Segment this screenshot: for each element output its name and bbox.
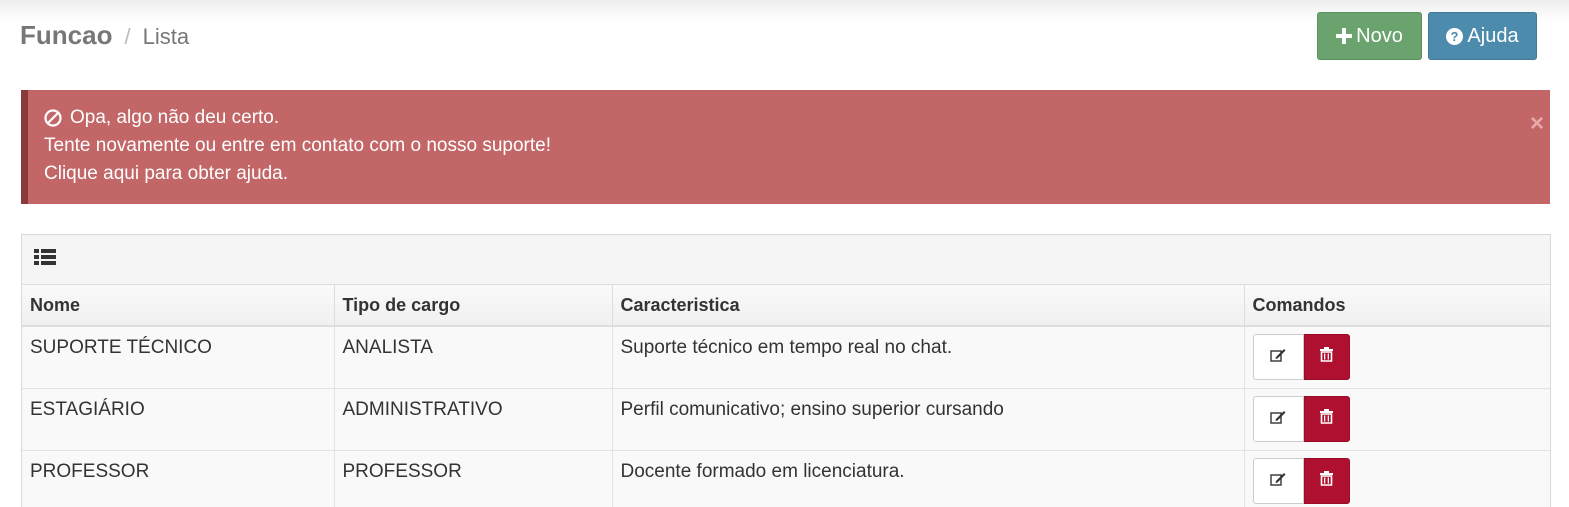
panel-heading: [22, 235, 1550, 285]
cell-comandos: [1244, 450, 1550, 507]
breadcrumb: Funcao / Lista: [20, 20, 189, 51]
edit-icon: [1270, 408, 1286, 430]
column-header-caracteristica[interactable]: Caracteristica: [612, 285, 1245, 327]
breadcrumb-current: Lista: [142, 24, 190, 49]
row-commands: [1252, 457, 1543, 504]
alert-title: Opa, algo não deu certo.: [70, 107, 280, 128]
column-header-tipo-cargo[interactable]: Tipo de cargo: [334, 285, 613, 327]
cell-nome: ESTAGIÁRIO: [22, 388, 335, 451]
column-header-comandos: Comandos: [1244, 285, 1550, 327]
toolbar: Novo ? Ajuda: [1317, 12, 1537, 60]
cell-tipo-cargo: ADMINISTRATIVO: [334, 388, 613, 451]
cell-tipo-cargo: ANALISTA: [334, 326, 613, 389]
new-button-label: Novo: [1356, 24, 1403, 47]
svg-text:?: ?: [1451, 29, 1459, 44]
question-circle-icon: ?: [1446, 27, 1464, 45]
help-button[interactable]: ? Ajuda: [1428, 12, 1537, 60]
edit-button[interactable]: [1252, 457, 1304, 504]
error-alert[interactable]: Opa, algo não deu certo. Tente novamente…: [21, 90, 1550, 204]
alert-message: Tente novamente ou entre em contato com …: [44, 135, 551, 156]
breadcrumb-separator: /: [124, 24, 131, 49]
edit-button[interactable]: [1252, 395, 1304, 442]
row-commands: [1252, 334, 1543, 380]
cell-comandos: [1244, 388, 1550, 451]
table-header-row: Nome Tipo de cargo Caracteristica Comand…: [22, 285, 1550, 327]
cell-caracteristica: Suporte técnico em tempo real no chat.: [612, 326, 1245, 389]
plus-icon: [1336, 28, 1353, 44]
column-header-nome[interactable]: Nome: [22, 285, 335, 327]
list-panel: Nome Tipo de cargo Caracteristica Comand…: [21, 234, 1551, 507]
trash-icon: [1320, 346, 1333, 368]
alert-help-link[interactable]: Clique aqui para obter ajuda.: [44, 160, 1550, 188]
page: Funcao / Lista Novo ? Ajuda Opa, algo nã…: [0, 0, 1569, 507]
delete-button[interactable]: [1303, 395, 1350, 442]
cell-caracteristica: Perfil comunicativo; ensino superior cur…: [612, 388, 1245, 451]
row-commands: [1252, 395, 1543, 442]
funcao-table: Nome Tipo de cargo Caracteristica Comand…: [22, 285, 1550, 507]
trash-icon: [1320, 408, 1333, 430]
trash-icon: [1320, 470, 1333, 492]
table-row: SUPORTE TÉCNICO ANALISTA Suporte técnico…: [22, 326, 1550, 389]
cell-comandos: [1244, 326, 1550, 389]
ban-icon: [44, 109, 62, 127]
help-button-label: Ajuda: [1467, 24, 1519, 47]
cell-tipo-cargo: PROFESSOR: [334, 450, 613, 507]
delete-button[interactable]: [1303, 334, 1350, 380]
table-row: ESTAGIÁRIO ADMINISTRATIVO Perfil comunic…: [22, 388, 1550, 451]
cell-nome: PROFESSOR: [22, 450, 335, 507]
edit-icon: [1270, 470, 1286, 492]
page-title: Funcao: [20, 20, 113, 50]
alert-title-line: Opa, algo não deu certo.: [44, 104, 1550, 132]
edit-icon: [1270, 346, 1286, 368]
alert-close-button[interactable]: ×: [1530, 110, 1544, 138]
cell-nome: SUPORTE TÉCNICO: [22, 326, 335, 389]
delete-button[interactable]: [1303, 457, 1350, 504]
list-icon: [34, 248, 56, 271]
edit-button[interactable]: [1252, 334, 1304, 380]
new-button[interactable]: Novo: [1317, 12, 1422, 60]
table-row: PROFESSOR PROFESSOR Docente formado em l…: [22, 450, 1550, 507]
cell-caracteristica: Docente formado em licenciatura.: [612, 450, 1245, 507]
